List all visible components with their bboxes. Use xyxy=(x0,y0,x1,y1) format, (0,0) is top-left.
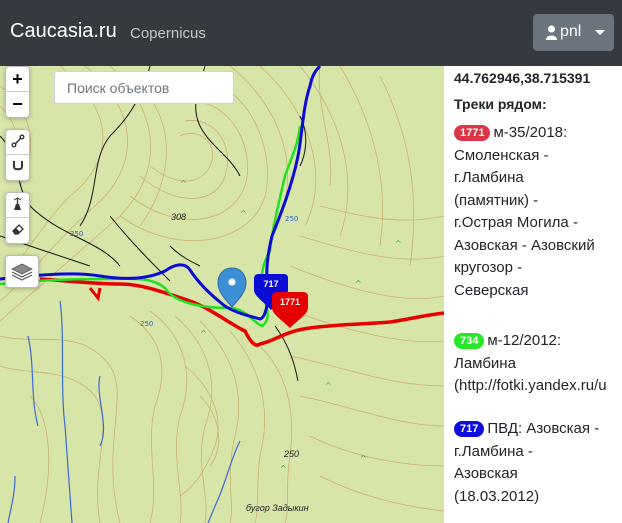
user-icon xyxy=(546,25,557,40)
info-panel: 44.762946,38.715391 Треки рядом: 1771 м-3… xyxy=(444,66,622,523)
ruler-button[interactable] xyxy=(6,130,29,155)
chevron-down-icon xyxy=(595,30,605,35)
place-label: бугор Задыкин xyxy=(246,503,309,513)
svg-text:^: ^ xyxy=(325,381,332,390)
zoom-in-button[interactable]: + xyxy=(6,67,29,92)
track-line: кругозор - xyxy=(454,259,523,276)
layers-button[interactable] xyxy=(5,255,39,288)
track-item[interactable]: 734 м-12/2012: Ламбина (http://fotki.yand… xyxy=(454,330,622,398)
snap-button[interactable] xyxy=(6,155,29,180)
track-line: Северская xyxy=(454,281,529,299)
layers-icon xyxy=(11,263,33,281)
track-line: Ламбина xyxy=(454,354,516,372)
elevation-label: 308 xyxy=(171,212,187,222)
user-name: pnl xyxy=(560,23,582,40)
coordinates-readout: 44.762946,38.715391 xyxy=(454,70,591,86)
pen-icon xyxy=(13,197,21,210)
svg-text:250: 250 xyxy=(140,320,153,328)
track-badge: 1771 xyxy=(454,125,491,141)
nav-link-copernicus[interactable]: Copernicus xyxy=(130,25,206,42)
track-line: (http://fotki.yandex.ru/u xyxy=(454,377,607,394)
eraser-icon xyxy=(11,224,24,235)
zoom-control: + − xyxy=(5,66,30,118)
svg-text:^: ^ xyxy=(240,209,247,218)
svg-text:^: ^ xyxy=(360,454,367,463)
svg-text:^: ^ xyxy=(280,464,287,473)
track-line: ПВД: Азовская - xyxy=(487,420,600,437)
svg-text:^: ^ xyxy=(355,279,362,288)
road-lines xyxy=(0,66,307,382)
svg-text:250: 250 xyxy=(285,215,298,223)
polyline-icon xyxy=(11,134,24,148)
track-717-marker-label[interactable]: 717 xyxy=(256,279,286,289)
track-badge: 717 xyxy=(454,421,485,437)
track-line: м-35/2018: xyxy=(493,124,568,141)
track-line: (18.03.2012) xyxy=(454,487,540,505)
track-line: г.Острая Могила - xyxy=(454,214,578,231)
svg-text:^: ^ xyxy=(180,179,187,188)
track-line: Смоленская - xyxy=(454,146,549,164)
svg-text:250: 250 xyxy=(70,230,83,238)
location-pin-icon xyxy=(217,267,247,308)
svg-text:^: ^ xyxy=(395,239,402,248)
track-line: г.Ламбина xyxy=(454,169,524,186)
track-item[interactable]: 1771 м-35/2018: Смоленская - г.Ламбина (п… xyxy=(454,122,622,302)
svg-text:^: ^ xyxy=(200,329,207,338)
nearby-tracks-title: Треки рядом: xyxy=(454,96,547,112)
magnet-icon xyxy=(12,161,23,171)
navbar: Caucasia.ru Copernicus pnl xyxy=(0,0,622,66)
measure-control xyxy=(5,129,30,181)
draw-button[interactable] xyxy=(6,193,29,218)
track-line: Азовская - Азовский xyxy=(454,236,595,254)
brand-link[interactable]: Caucasia.ru xyxy=(10,20,117,43)
zoom-out-button[interactable]: − xyxy=(6,92,29,117)
edit-control xyxy=(5,192,30,244)
track-line: (памятник) - xyxy=(454,191,539,209)
topo-map-layer: 250 250 250 ^ ^ ^ ^ ^ ^ ^ ^ xyxy=(0,66,444,523)
track-1771-marker-label[interactable]: 1771 xyxy=(275,297,305,307)
track-line: Азовская xyxy=(454,465,518,482)
erase-button[interactable] xyxy=(6,218,29,243)
map-canvas[interactable]: 250 250 250 ^ ^ ^ ^ ^ ^ ^ ^ 717 1771 308 250 … xyxy=(0,66,444,523)
search-input[interactable] xyxy=(54,71,234,104)
user-menu-button[interactable]: pnl xyxy=(533,14,614,51)
elevation-label: 250 xyxy=(284,449,300,459)
track-line: м-12/2012: xyxy=(487,332,562,349)
track-line: г.Ламбина - xyxy=(454,442,533,460)
track-item[interactable]: 717 ПВД: Азовская - г.Ламбина - Азовская … xyxy=(454,418,622,508)
track-badge: 734 xyxy=(454,333,485,349)
